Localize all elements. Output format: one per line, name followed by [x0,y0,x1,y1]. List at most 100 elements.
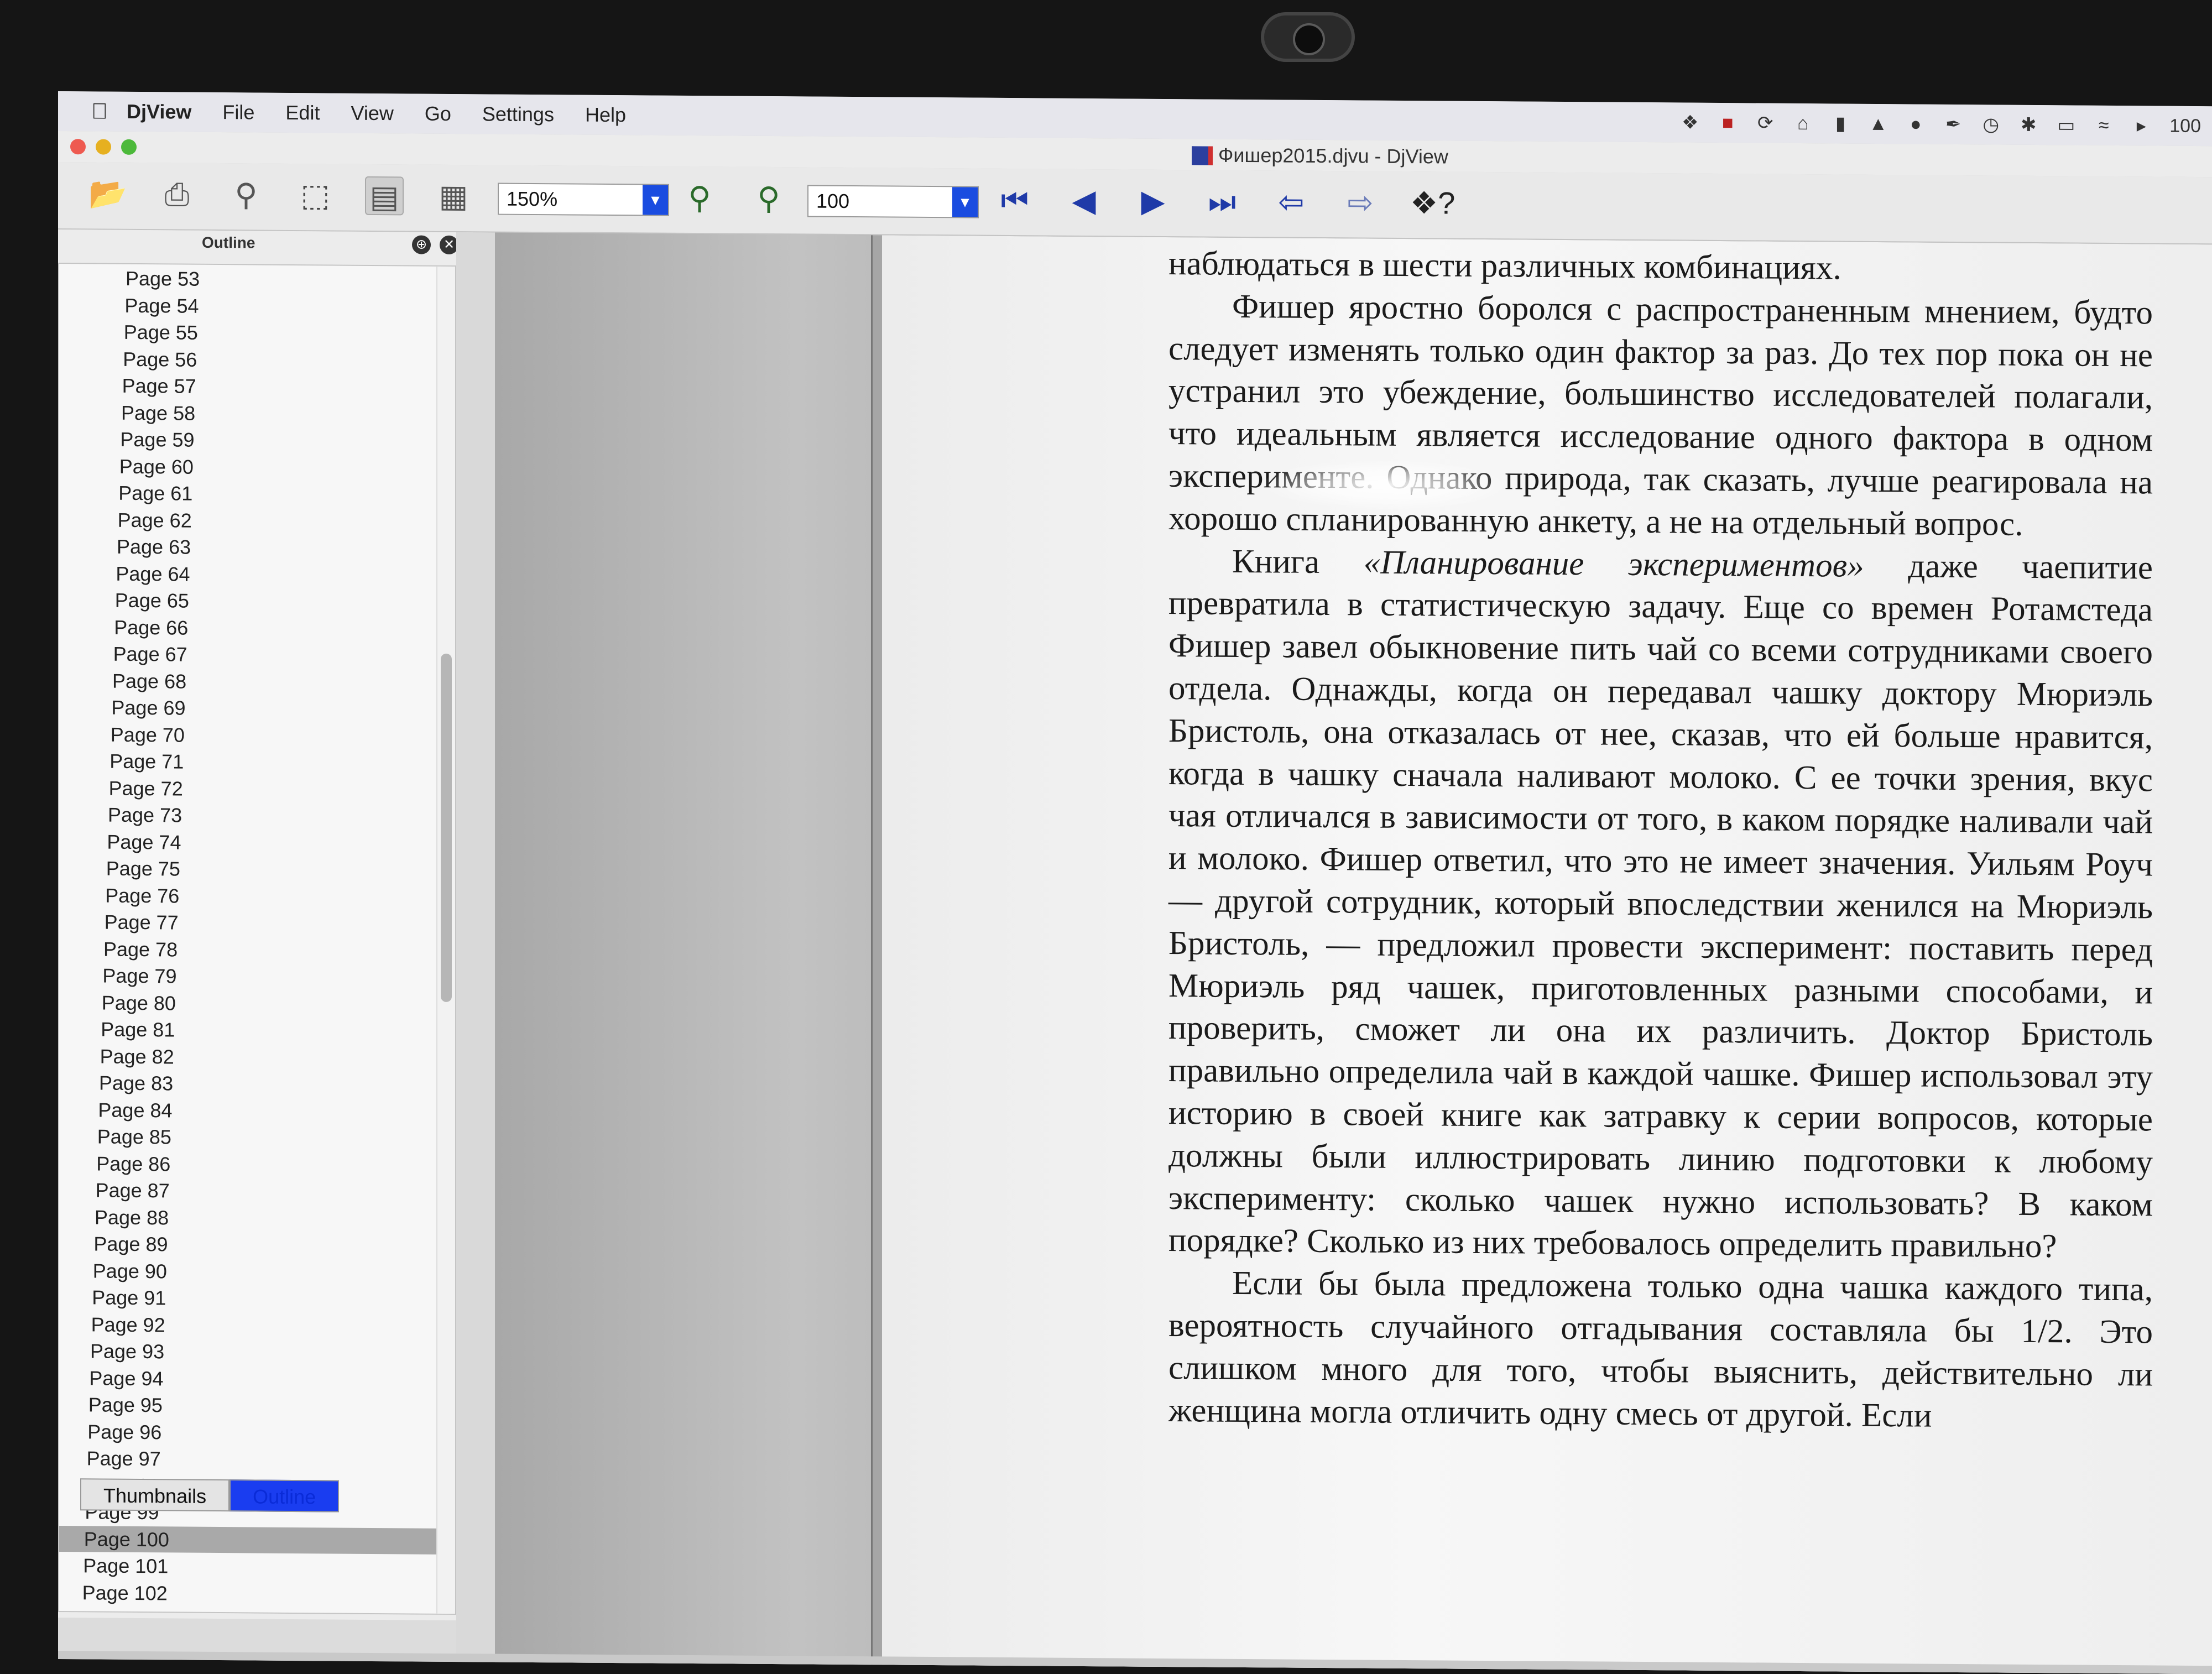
outline-item[interactable]: Page 102 [59,1579,455,1608]
outline-item[interactable]: Page 54 [59,292,455,321]
wifi-icon[interactable]: ≈ [2094,114,2113,136]
next-page-icon[interactable]: ▶ [1134,182,1172,221]
outline-scroll-thumb[interactable] [441,653,452,1002]
outline-item[interactable]: Page 63 [59,533,455,562]
outline-item[interactable]: Page 60 [59,453,455,482]
battery-percent[interactable]: 100 [2169,115,2201,137]
outline-item[interactable]: Page 96 [59,1419,455,1447]
outline-item[interactable]: Page 53 [59,265,455,294]
bluetooth-icon[interactable]: ✱ [2019,114,2038,136]
outline-item[interactable]: Page 94 [59,1365,455,1394]
dropbox-icon[interactable]: ❖ [1681,111,1699,133]
document-view[interactable]: наблюдаться в шести различных комбинация… [495,232,2212,1674]
outline-item[interactable]: Page 84 [59,1097,455,1125]
zoom-in-icon[interactable]: ⚲ [680,179,719,217]
close-panel-icon[interactable]: ✕ [440,235,458,255]
tab-thumbnails[interactable]: Thumbnails [80,1478,230,1512]
float-panel-icon[interactable]: ⊕ [412,235,431,254]
outline-item[interactable]: Page 64 [59,560,455,589]
outline-item[interactable]: Page 82 [59,1043,455,1072]
outline-item[interactable]: Page 69 [59,694,455,723]
outline-item[interactable]: Page 62 [59,507,455,535]
first-page-icon[interactable]: ⏮ [995,181,1034,220]
outline-item[interactable]: Page 90 [59,1258,455,1286]
outline-item[interactable]: Page 68 [59,667,455,696]
outline-item[interactable]: Page 57 [59,372,455,401]
outline-item[interactable]: Page 81 [59,1016,455,1045]
tab-outline[interactable]: Outline [229,1479,340,1513]
menu-help[interactable]: Help [585,103,626,127]
back-arrow-icon[interactable]: ⇦ [1272,182,1311,221]
outline-scrollbar[interactable] [436,266,456,1614]
outline-item[interactable]: Page 73 [59,801,455,830]
zoom-out-icon[interactable]: ⚲ [749,179,788,218]
outline-item[interactable]: Page 89 [59,1230,455,1259]
chevron-down-icon[interactable]: ▼ [643,185,668,215]
outline-item[interactable]: Page 101 [59,1552,455,1581]
outline-item[interactable]: Page 95 [59,1391,455,1420]
outline-item[interactable]: Page 67 [59,640,455,669]
menu-go[interactable]: Go [425,102,451,126]
close-window-button[interactable] [70,139,86,155]
outline-item[interactable]: Page 66 [59,614,455,643]
airdrop-icon[interactable]: ⌂ [1793,112,1812,134]
continuous-view-icon[interactable]: ▦ [434,177,473,216]
outline-item[interactable]: Page 56 [59,346,455,374]
last-page-icon[interactable]: ⏭ [1203,182,1241,221]
menu-view[interactable]: View [351,102,393,126]
outline-item[interactable]: Page 76 [59,882,455,911]
menu-settings[interactable]: Settings [482,102,554,126]
outline-item[interactable]: Page 59 [59,426,455,455]
zoom-window-button[interactable] [121,139,137,155]
outline-item[interactable]: Page 71 [59,748,455,776]
outline-item[interactable]: Page 75 [59,855,455,884]
chevron-down-icon[interactable]: ▼ [952,187,978,217]
select-icon[interactable]: ⬚ [296,176,335,215]
outline-item[interactable]: Page 77 [59,909,455,937]
outline-item[interactable]: Page 79 [59,962,455,991]
whats-this-help-icon[interactable]: ❖? [1410,184,1455,222]
outline-item[interactable]: Page 55 [59,319,455,347]
outline-item[interactable]: Page 61 [59,479,455,508]
outline-item[interactable]: Page 93 [59,1338,455,1367]
menu-edit[interactable]: Edit [285,101,320,124]
outline-item[interactable]: Page 70 [59,721,455,750]
outline-item[interactable]: Page 80 [59,989,455,1018]
side-bar-toggle-icon[interactable]: ▤ [365,176,404,216]
panel-splitter[interactable] [456,232,495,1660]
outline-item[interactable]: Page 85 [59,1123,455,1152]
outline-item[interactable]: Page 86 [59,1150,455,1179]
outline-item[interactable]: Page 97 [59,1445,455,1474]
sync-icon[interactable]: ⟳ [1756,112,1775,134]
display-icon[interactable]: ▭ [2057,114,2075,136]
outline-item[interactable]: Page 74 [59,828,455,857]
outline-item[interactable]: Page 91 [59,1284,455,1313]
evernote-icon[interactable]: ● [1906,113,1925,135]
previous-page-icon[interactable]: ◀ [1065,181,1103,220]
outline-item[interactable]: Page 58 [59,399,455,428]
outline-item[interactable]: Page 92 [59,1311,455,1340]
outline-item[interactable]: Page 72 [59,775,455,804]
open-folder-icon[interactable]: 📂 [88,174,127,213]
menu-file[interactable]: File [222,101,254,124]
outline-item[interactable]: Page 100 [59,1525,455,1555]
apple-menu-icon[interactable]:  [80,99,119,124]
zoom-combo[interactable]: 150% ▼ [498,182,669,216]
page-combo[interactable]: 100 ▼ [807,185,979,218]
current-page[interactable]: наблюдаться в шести различных комбинация… [882,235,2212,1674]
forward-arrow-icon[interactable]: ⇨ [1341,183,1380,222]
outline-item[interactable]: Page 65 [59,587,455,616]
time-machine-icon[interactable]: ◷ [1981,113,2000,135]
outline-list[interactable]: Page 53 Page 54 Page 55 Page 56 Page 57 Page … [58,263,456,1615]
feather-icon[interactable]: ✒ [1944,113,1963,135]
print-icon[interactable]: ⎙ [158,175,196,213]
drive-icon[interactable]: ▲ [1869,113,1887,134]
volume-icon[interactable]: ▸ [2132,114,2151,137]
app-red-icon[interactable]: ■ [1718,112,1737,133]
outline-item[interactable]: Page 87 [59,1177,455,1206]
app-menu[interactable]: DjView [127,100,191,124]
find-icon[interactable]: ⚲ [227,175,265,214]
minimize-window-button[interactable] [96,139,111,155]
outline-item[interactable]: Page 88 [59,1204,455,1233]
outline-item[interactable]: Page 78 [59,936,455,964]
